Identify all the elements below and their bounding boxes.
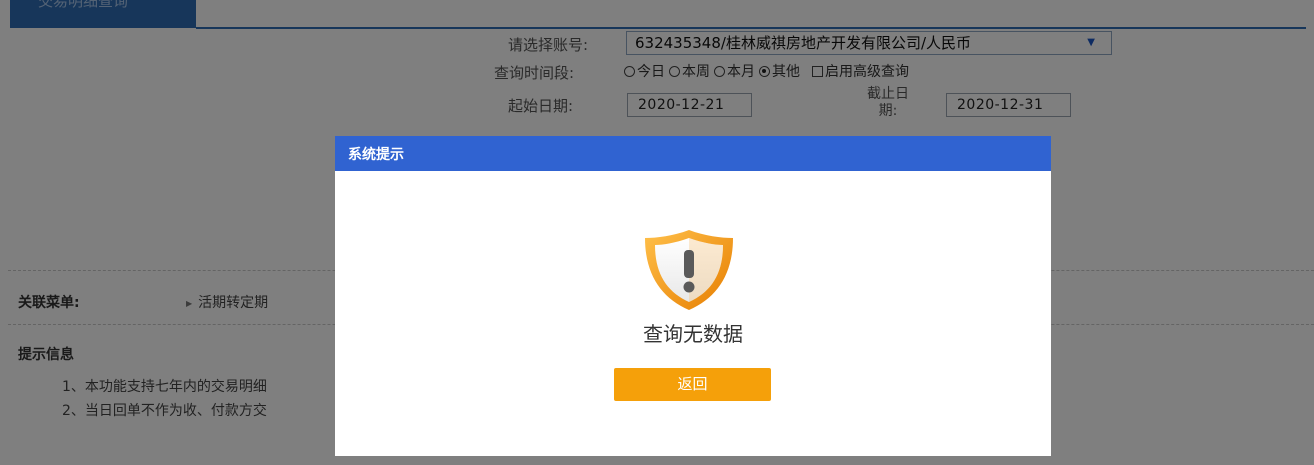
warning-shield-icon (645, 230, 733, 310)
dialog-message: 查询无数据 (643, 322, 743, 346)
dialog-title: 系统提示 (348, 147, 404, 163)
system-alert-dialog: 系统提示 查询无数据 返回 (335, 136, 1051, 456)
dialog-header: 系统提示 (335, 136, 1051, 171)
return-button[interactable]: 返回 (614, 368, 771, 401)
